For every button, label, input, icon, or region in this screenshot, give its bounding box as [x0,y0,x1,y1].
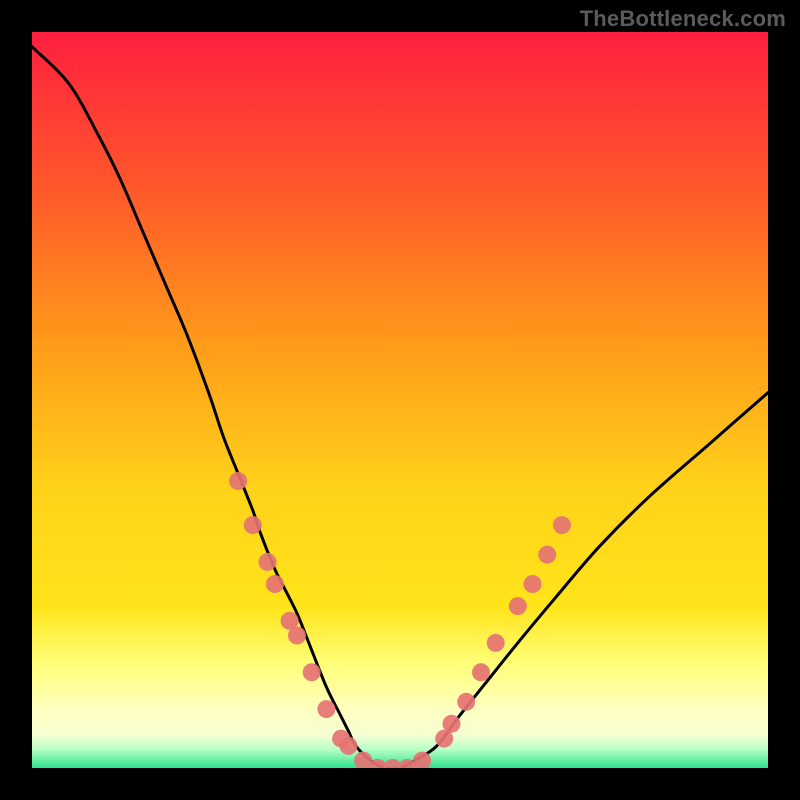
gpu-marker [553,516,571,534]
gpu-marker [317,700,335,718]
watermark-text: TheBottleneck.com [580,6,786,32]
chart-svg [32,32,768,768]
gpu-marker [443,715,461,733]
gpu-marker [340,737,358,755]
gradient-background [32,32,768,768]
gpu-marker [472,663,490,681]
gpu-marker [509,597,527,615]
gpu-marker [288,627,306,645]
gpu-marker [266,575,284,593]
gpu-marker [229,472,247,490]
gpu-marker [524,575,542,593]
plot-area [32,32,768,768]
gpu-marker [259,553,277,571]
gpu-marker [538,546,556,564]
gpu-marker [457,693,475,711]
chart-frame: TheBottleneck.com [0,0,800,800]
gpu-marker [303,663,321,681]
gpu-marker [487,634,505,652]
gpu-marker [244,516,262,534]
